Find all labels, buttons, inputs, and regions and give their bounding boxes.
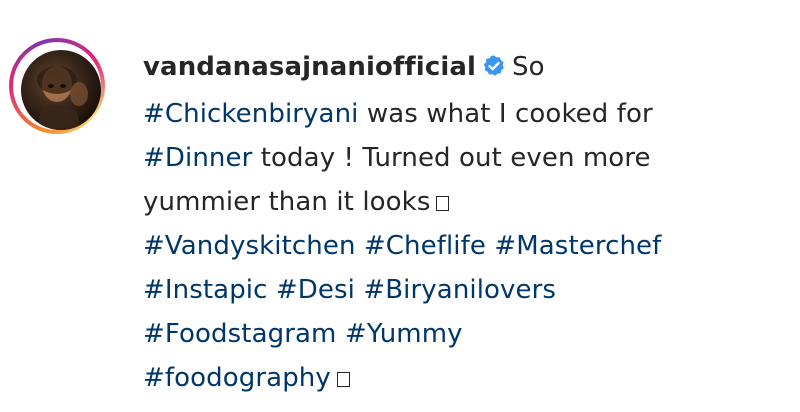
hashtag-link[interactable]: #Vandyskitchen <box>143 231 356 261</box>
caption-line-4: yummier than it looks <box>143 180 783 224</box>
avatar[interactable] <box>21 50 101 130</box>
username-link[interactable]: vandanasajnaniofficial <box>143 52 476 82</box>
caption-line-1: vandanasajnaniofficial So <box>143 45 783 92</box>
hashtag-link[interactable]: #foodography <box>143 363 331 393</box>
avatar-border <box>13 42 101 130</box>
caption-line-6: #Instapic #Desi #Biryanilovers <box>143 268 783 312</box>
hashtag-link[interactable]: #Chickenbiryani <box>143 99 358 129</box>
hashtag-link[interactable]: #Masterchef <box>494 231 661 261</box>
hashtag-link[interactable]: #Foodstagram <box>143 319 336 349</box>
caption-intro: So <box>512 52 545 82</box>
hashtag-link[interactable]: #Biryanilovers <box>363 275 556 305</box>
caption-text: today ! Turned out even more <box>260 143 651 173</box>
caption: vandanasajnaniofficial So #Chickenbiryani… <box>143 45 783 400</box>
post-caption: vandanasajnaniofficial So #Chickenbiryani… <box>0 0 800 412</box>
hashtag-link[interactable]: #Dinner <box>143 143 252 173</box>
verified-badge-icon <box>482 48 506 92</box>
hashtag-link[interactable]: #Cheflife <box>364 231 486 261</box>
caption-text: was what I cooked for <box>366 99 653 129</box>
hashtag-link[interactable]: #Yummy <box>345 319 463 349</box>
missing-emoji-icon <box>436 196 450 211</box>
caption-text: yummier than it looks <box>143 187 431 217</box>
caption-line-5: #Vandyskitchen #Cheflife #Masterchef <box>143 224 783 268</box>
caption-line-7: #Foodstagram #Yummy <box>143 312 783 356</box>
caption-line-2: #Chickenbiryani was what I cooked for <box>143 92 783 136</box>
caption-line-3: #Dinner today ! Turned out even more <box>143 136 783 180</box>
hashtag-link[interactable]: #Desi <box>276 275 355 305</box>
missing-emoji-icon <box>336 372 350 387</box>
avatar-photo <box>37 66 88 130</box>
story-ring[interactable] <box>9 38 105 134</box>
hashtag-link[interactable]: #Instapic <box>143 275 268 305</box>
caption-line-8: #foodography <box>143 356 783 400</box>
